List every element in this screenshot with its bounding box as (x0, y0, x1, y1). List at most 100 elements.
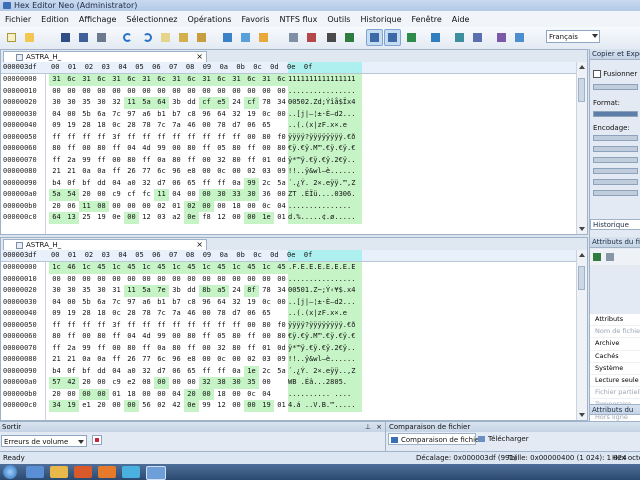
hex-byte[interactable]: a5 (214, 285, 229, 297)
attribute-item[interactable]: Cachés (590, 351, 640, 363)
hex-byte[interactable]: 01 (109, 389, 124, 401)
tab-file-compare[interactable]: Comparaison de fichier (388, 433, 482, 445)
hex-byte[interactable]: 20 (79, 377, 94, 389)
hex-byte[interactable]: 00 (94, 189, 109, 201)
hex-byte[interactable]: 00 (94, 86, 109, 98)
hex-byte[interactable]: 20 (79, 189, 94, 201)
hex-byte[interactable]: 00 (244, 86, 259, 98)
hex-byte[interactable]: e2 (124, 377, 139, 389)
hex-row[interactable]: 00000050 ff ff ff ff 3f ff ff ff ff ff ff ff ff 00 80 f0… (1, 131, 587, 144)
hex-byte[interactable]: 78 (139, 308, 154, 320)
hex-byte[interactable]: 03 (154, 212, 169, 224)
sort-select[interactable]: Erreurs de volume (1, 435, 87, 447)
hex-byte[interactable]: 96 (199, 297, 214, 309)
hex-byte[interactable]: 12 (139, 212, 154, 224)
ascii-text[interactable]: €ÿ.€ÿ.M™.€ÿ.€ÿ.€ (288, 143, 362, 155)
hex-byte[interactable]: 42 (64, 377, 79, 389)
ascii-text[interactable]: ..(.(x|zF.x×.e (288, 308, 362, 320)
hex-byte[interactable]: b1 (154, 109, 169, 121)
hex-byte[interactable]: 32 (229, 297, 244, 309)
hex-byte[interactable]: c8 (184, 297, 199, 309)
hex-byte[interactable]: 2c (259, 178, 274, 190)
hex-byte[interactable]: 7e (154, 285, 169, 297)
hex-byte[interactable]: 00 (49, 274, 64, 286)
hex-byte[interactable]: 02 (154, 400, 169, 412)
hex-byte[interactable]: 18 (94, 120, 109, 132)
hex-byte[interactable]: cf (199, 97, 214, 109)
hex-byte[interactable]: 00 (139, 389, 154, 401)
hex-byte[interactable]: ff (139, 155, 154, 167)
hex-byte[interactable]: 6a (94, 109, 109, 121)
hex-byte[interactable]: 28 (124, 120, 139, 132)
hex-byte[interactable]: 21 (49, 166, 64, 178)
hex-byte[interactable]: 00 (79, 388, 94, 400)
hex-byte[interactable]: ff (109, 166, 124, 178)
hex-byte[interactable]: 06 (169, 178, 184, 190)
hex-byte[interactable]: ff (64, 132, 79, 144)
hex-byte[interactable]: 80 (229, 143, 244, 155)
hex-byte[interactable]: 5a (49, 189, 64, 201)
tool-icon[interactable] (494, 30, 509, 45)
hex-byte[interactable]: 00 (64, 297, 79, 309)
hex-byte[interactable]: ff (79, 320, 94, 332)
hex-byte[interactable]: ff (154, 320, 169, 332)
hex-byte[interactable]: 00 (169, 143, 184, 155)
hex-byte[interactable]: 0f (64, 366, 79, 378)
hex-byte[interactable]: 00 (109, 155, 124, 167)
scroll-down-icon[interactable] (579, 227, 585, 231)
hex-byte[interactable]: 00 (139, 274, 154, 286)
hex-byte[interactable]: 99 (154, 143, 169, 155)
hex-byte[interactable]: 99 (79, 155, 94, 167)
hex-byte[interactable]: 30 (214, 189, 229, 201)
hex-byte[interactable]: 0c (244, 389, 259, 401)
hex-byte[interactable]: 20 (49, 201, 64, 213)
hex-byte[interactable]: ff (229, 132, 244, 144)
hex-byte[interactable]: 09 (49, 308, 64, 320)
hex-byte[interactable]: 06 (244, 120, 259, 132)
hex-byte[interactable]: 30 (94, 97, 109, 109)
hex-byte[interactable]: 99 (199, 400, 214, 412)
hex-byte[interactable]: 31 (109, 74, 124, 86)
hex-byte[interactable]: 00 (79, 331, 94, 343)
hex-byte[interactable]: ff (49, 343, 64, 355)
ascii-text[interactable]: .F.E.E.E.E.E.E.E (288, 262, 362, 274)
hex-byte[interactable]: 02 (184, 200, 199, 212)
hex-byte[interactable]: 7c (109, 109, 124, 121)
hex-byte[interactable]: 00 (214, 86, 229, 98)
hex-byte[interactable]: 0d (274, 343, 289, 355)
hex-byte[interactable]: 97 (124, 109, 139, 121)
print-icon[interactable] (94, 30, 109, 45)
hex-byte[interactable]: 31 (79, 74, 94, 86)
hex-byte[interactable]: 30 (229, 377, 244, 389)
hex-row[interactable]: 00000000 31 6c 31 6c 31 6c 31 6c 31 6c 31 6c 31 6c 31 6c… (1, 74, 587, 86)
hex-byte[interactable]: a0 (124, 178, 139, 190)
attribute-item[interactable]: Lecture seule (590, 375, 640, 388)
hex-byte[interactable]: ff (184, 320, 199, 332)
export-icon[interactable] (256, 30, 271, 45)
hex-byte[interactable]: 54 (64, 189, 79, 201)
explorer-icon[interactable] (26, 466, 44, 478)
hex-byte[interactable]: 96 (169, 354, 184, 366)
hex-byte[interactable]: 80 (229, 343, 244, 355)
hex-byte[interactable]: 00 (244, 212, 259, 224)
hex-byte[interactable]: 1c (49, 262, 64, 274)
language-select[interactable]: Français (546, 30, 600, 43)
hex-byte[interactable]: ff (199, 178, 214, 190)
hex-row[interactable]: 00000000 1c 46 1c 45 1c 45 1c 45 1c 45 1c 45 1c 45 1c 45… (1, 262, 587, 274)
hex-byte[interactable]: 18 (94, 308, 109, 320)
hex-byte[interactable]: 11 (79, 200, 94, 212)
document-tab[interactable]: ASTRA_H_ × (3, 239, 207, 250)
hex-byte[interactable]: 00 (259, 377, 274, 389)
hex-byte[interactable]: 00 (109, 343, 124, 355)
hex-byte[interactable]: 32 (214, 155, 229, 167)
hex-byte[interactable]: dd (94, 366, 109, 378)
hex-byte[interactable]: 04 (259, 389, 274, 401)
hex-byte[interactable]: ff (64, 331, 79, 343)
hex-byte[interactable]: 18 (124, 389, 139, 401)
hex-row[interactable]: 000000a0 5a 54 20 00 c9 cf fc 11 04 00 00 30 33 30 36 00… (1, 189, 587, 201)
hex-byte[interactable]: 00 (274, 189, 289, 201)
hex-byte[interactable]: 00 (94, 274, 109, 286)
hex-byte[interactable]: 28 (124, 308, 139, 320)
hex-byte[interactable]: 77 (139, 354, 154, 366)
hex-row[interactable]: 00000070 ff 2a 99 ff 00 80 ff 0a 80 ff 00 32 80 ff 01 0d… (1, 154, 587, 167)
